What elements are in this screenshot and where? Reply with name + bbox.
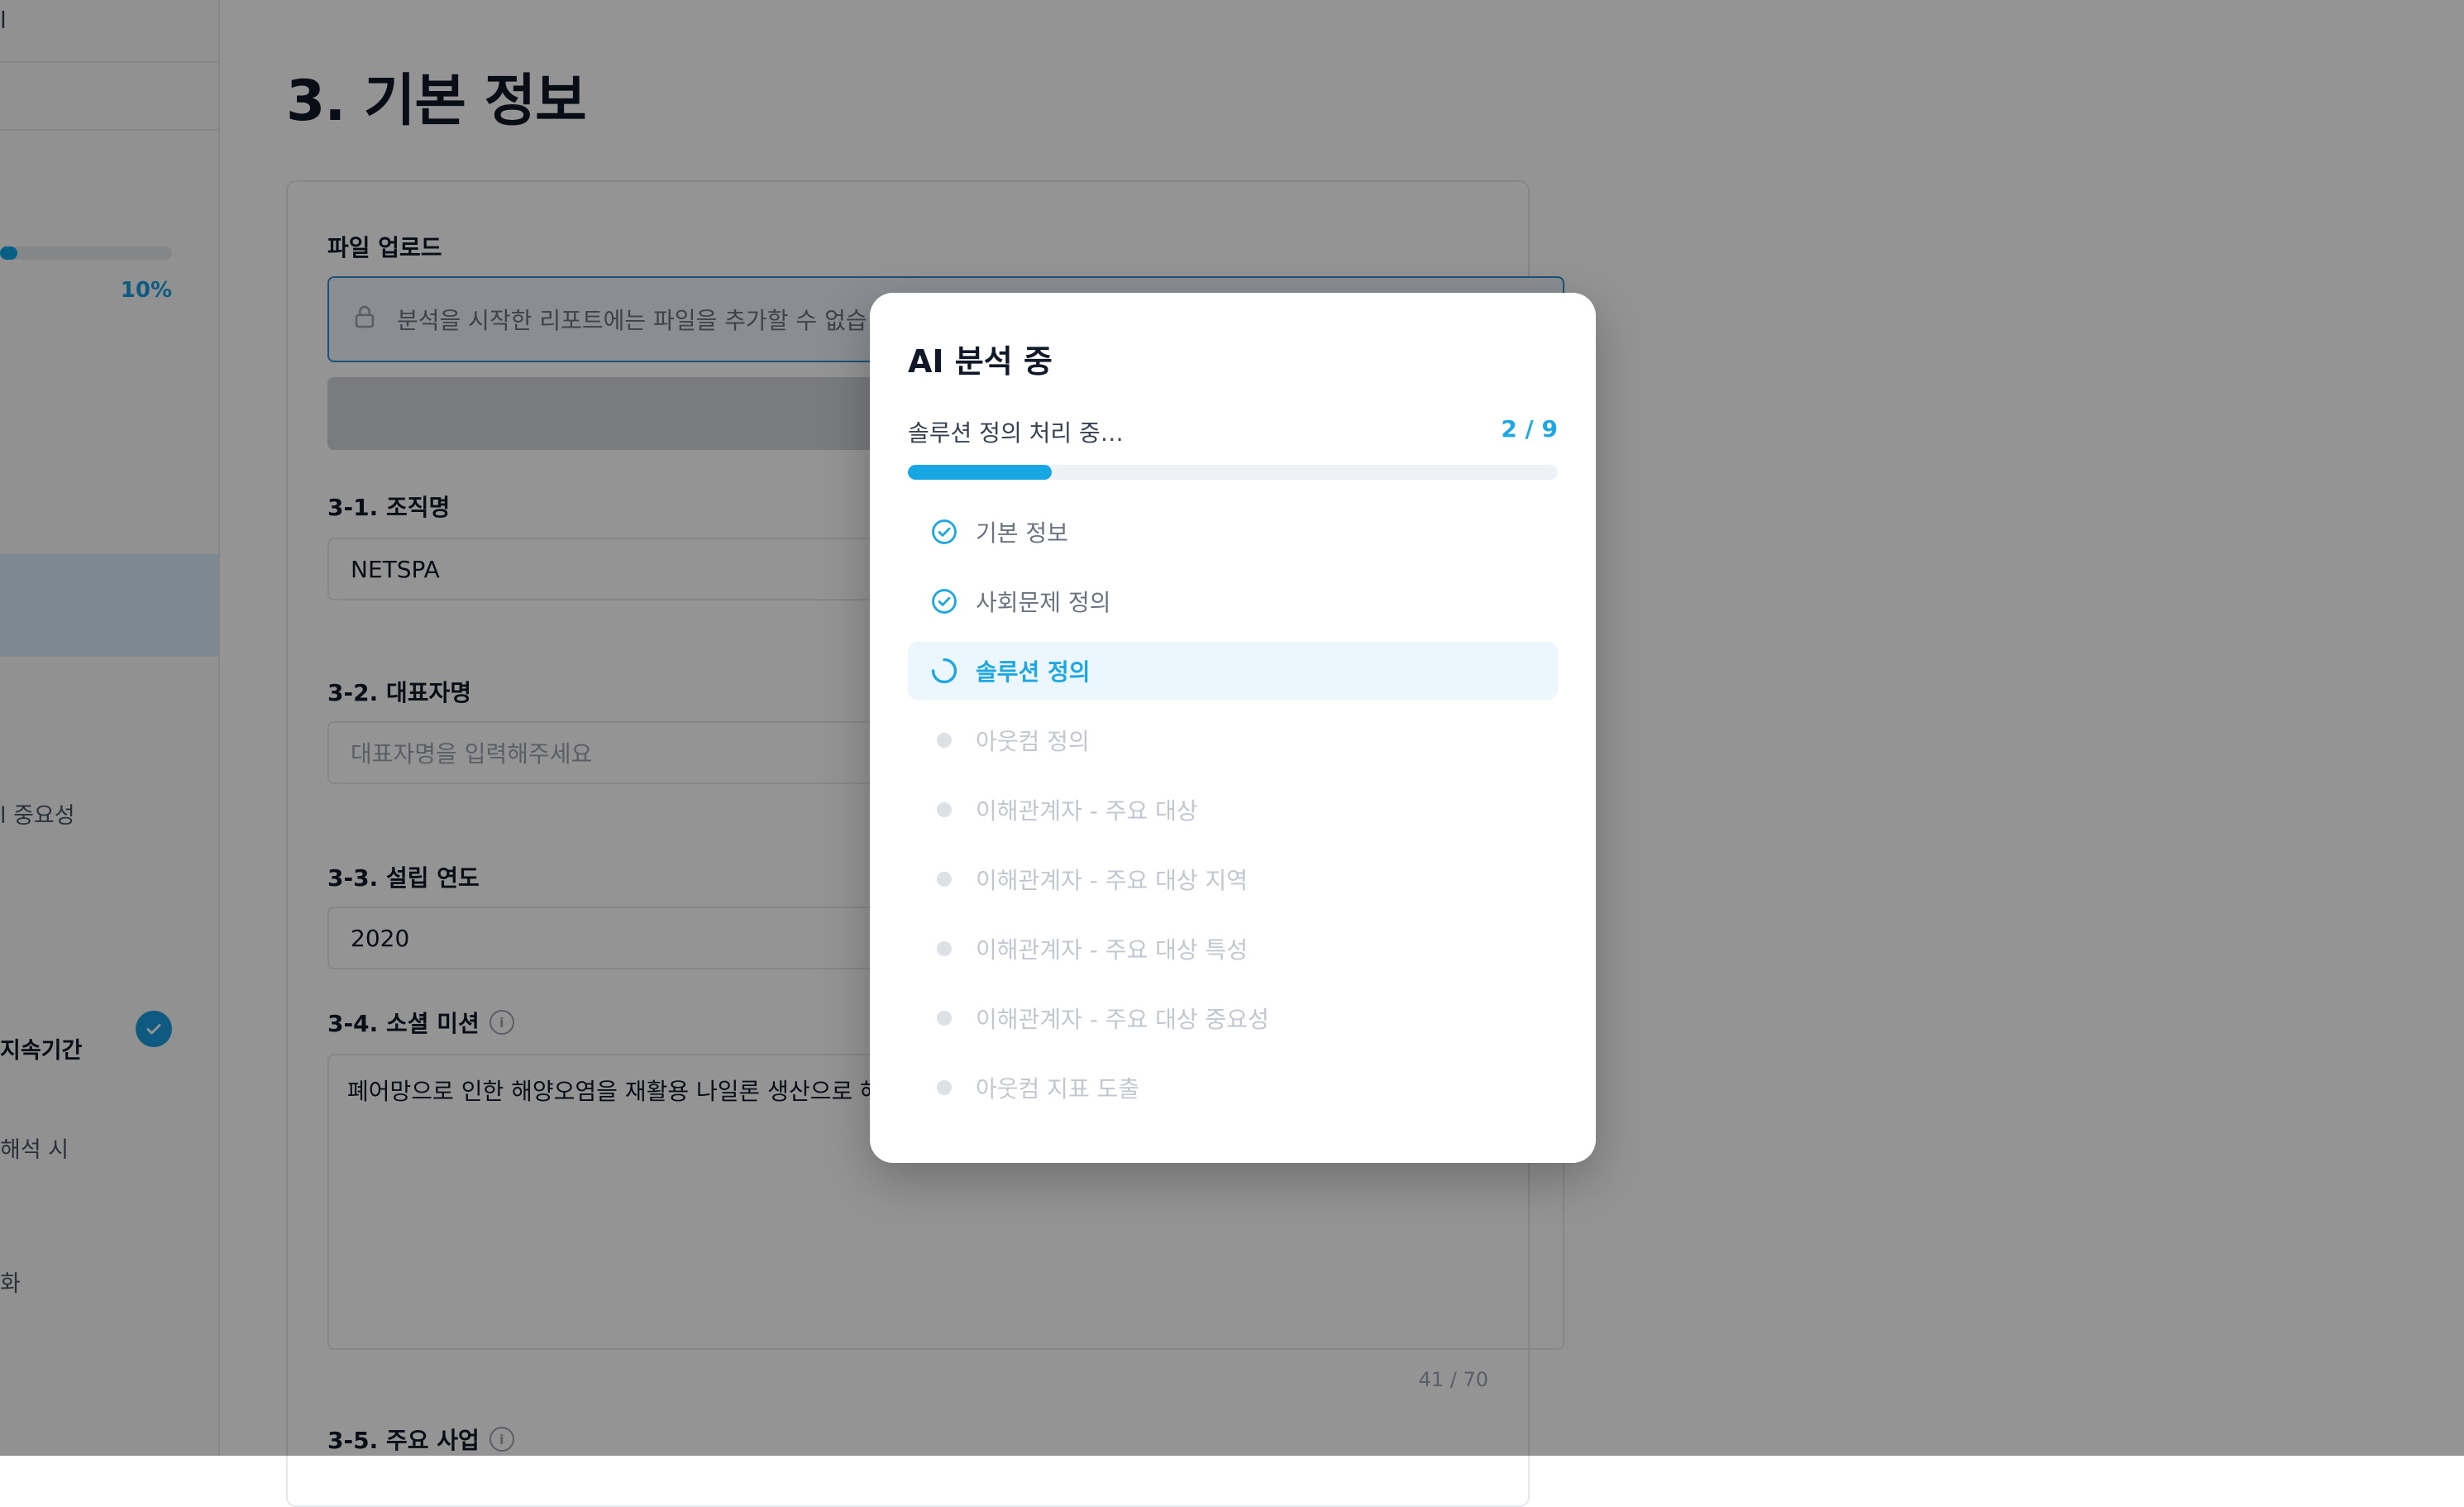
analysis-step-pending: 이해관계자 - 주요 대상 [908, 781, 1558, 839]
pending-dot-icon [929, 864, 959, 894]
analysis-step-active: 솔루션 정의 [908, 642, 1558, 700]
check-circle-icon [929, 517, 959, 547]
analysis-step-pending: 아웃컴 지표 도출 [908, 1059, 1558, 1117]
analysis-step-pending: 이해관계자 - 주요 대상 특성 [908, 920, 1558, 978]
analysis-step-pending: 이해관계자 - 주요 대상 지역 [908, 850, 1558, 908]
analysis-step-label: 이해관계자 - 주요 대상 중요성 [976, 1006, 1269, 1033]
analysis-step-label: 이해관계자 - 주요 대상 지역 [976, 867, 1249, 894]
pending-dot-icon [929, 934, 959, 964]
analysis-step-label: 아웃컴 정의 [976, 728, 1090, 755]
analysis-step-label: 기본 정보 [976, 519, 1068, 547]
analysis-progress-bar [908, 465, 1558, 480]
analysis-step-done: 기본 정보 [908, 503, 1558, 561]
analysis-step-label: 사회문제 정의 [976, 589, 1111, 616]
analysis-step-label: 솔루션 정의 [976, 658, 1091, 686]
pending-dot-icon [929, 1003, 959, 1033]
analysis-step-pending: 이해관계자 - 주요 대상 중요성 [908, 989, 1558, 1047]
pending-dot-icon [929, 725, 959, 755]
analysis-step-pending: 아웃컴 정의 [908, 711, 1558, 769]
pending-dot-icon [929, 795, 959, 825]
modal-title: AI 분석 중 [908, 343, 1053, 380]
analysis-step-done: 사회문제 정의 [908, 572, 1558, 630]
ai-analysis-modal: AI 분석 중 솔루션 정의 처리 중… 2 / 9 기본 정보사회문제 정의솔… [870, 293, 1596, 1163]
pending-dot-icon [929, 1073, 959, 1103]
analysis-step-label: 아웃컴 지표 도출 [976, 1075, 1140, 1103]
check-circle-icon [929, 586, 959, 616]
analysis-progress-fill [908, 465, 1053, 480]
analysis-step-label: 이해관계자 - 주요 대상 특성 [976, 936, 1249, 964]
analysis-step-label: 이해관계자 - 주요 대상 [976, 797, 1198, 825]
analysis-status: 솔루션 정의 처리 중… [908, 419, 1124, 447]
analysis-step-count: 2 / 9 [1501, 415, 1558, 443]
spinner-icon [929, 656, 959, 686]
